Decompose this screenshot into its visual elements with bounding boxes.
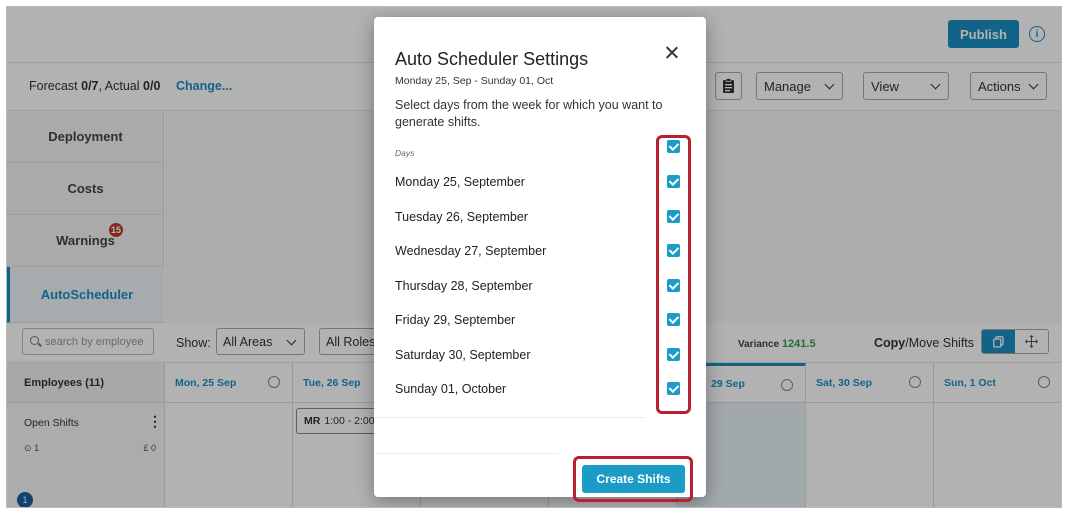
app-window: Publish i Forecast 0/7, Actual 0/0 Chang… bbox=[6, 6, 1062, 508]
checkbox-highlight bbox=[656, 135, 691, 414]
day-label-thursday: Thursday 28, September bbox=[395, 279, 533, 293]
modal-description: Select days from the week for which you … bbox=[395, 98, 663, 129]
modal-title: Auto Scheduler Settings bbox=[395, 49, 589, 69]
days-label: Days bbox=[395, 148, 415, 158]
create-shifts-button[interactable]: Create Shifts bbox=[582, 465, 685, 493]
day-label-saturday: Saturday 30, September bbox=[395, 348, 531, 362]
day-label-tuesday: Tuesday 26, September bbox=[395, 210, 528, 224]
date-range: Monday 25, Sep - Sunday 01, Oct bbox=[395, 75, 554, 87]
day-label-wednesday: Wednesday 27, September bbox=[395, 244, 547, 258]
divider bbox=[374, 417, 645, 418]
divider bbox=[374, 453, 559, 454]
close-icon[interactable] bbox=[664, 45, 680, 61]
day-label-sunday: Sunday 01, October bbox=[395, 382, 507, 396]
day-label-friday: Friday 29, September bbox=[395, 313, 516, 327]
auto-scheduler-modal: Auto Scheduler Settings Monday 25, Sep -… bbox=[374, 17, 706, 502]
day-label-monday: Monday 25, September bbox=[395, 175, 525, 189]
